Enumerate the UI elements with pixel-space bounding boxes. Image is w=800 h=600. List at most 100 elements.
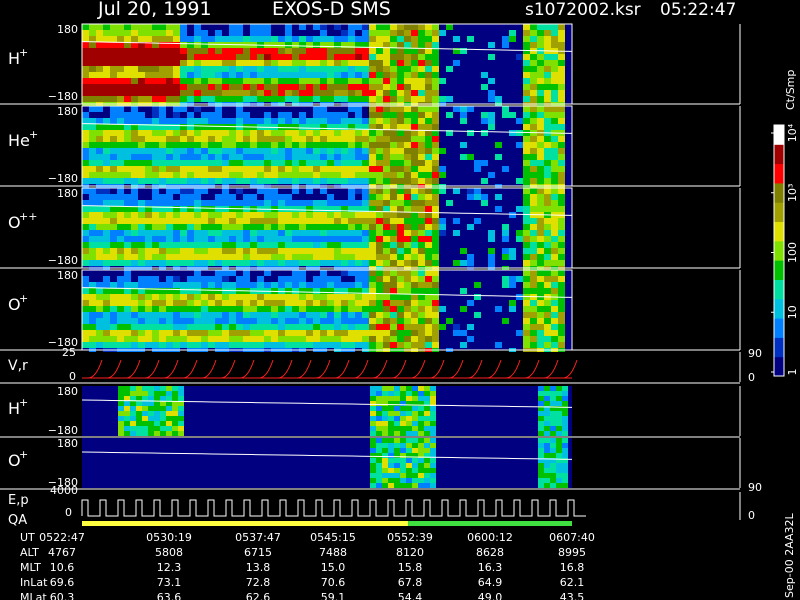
spectrogram-cell <box>400 431 406 436</box>
spectrogram-cell <box>425 60 432 66</box>
spectrogram-cell <box>96 260 103 266</box>
spectrogram-cell <box>362 136 369 142</box>
spectrogram-cell <box>544 78 551 84</box>
ephemeris-value: 15.0 <box>321 561 346 574</box>
spectrogram-cell <box>530 248 537 254</box>
spectrogram-cell <box>124 230 131 236</box>
spectrogram-cell <box>103 342 110 348</box>
spectrogram-cell <box>397 194 404 200</box>
spectrogram-cell <box>152 218 159 224</box>
spectrogram-cell <box>180 124 187 130</box>
spectrogram-cell <box>215 96 222 102</box>
spectrogram-cell <box>355 300 362 306</box>
spectrogram-cell <box>538 391 544 396</box>
spectrogram-cell <box>523 318 530 324</box>
spectrogram-cell <box>145 224 152 230</box>
spectrogram-cell <box>404 90 411 96</box>
spectrogram-cell <box>558 154 565 160</box>
spectrogram-cell <box>390 124 397 130</box>
spectrogram-cell <box>376 443 382 448</box>
spectrogram-cell <box>82 78 89 84</box>
spectrogram-cell <box>383 288 390 294</box>
spectrogram-cell <box>131 212 138 218</box>
spectrogram-cell <box>412 416 418 421</box>
spectrogram-cell <box>152 142 159 148</box>
ephemeris-value: 10.6 <box>50 561 75 574</box>
spectrogram-cell <box>194 178 201 184</box>
spectrogram-cell <box>236 178 243 184</box>
spectrogram-cell <box>320 282 327 288</box>
spectrogram-cell <box>236 200 243 206</box>
spectrogram-cell <box>425 248 432 254</box>
spectrogram-cell <box>320 276 327 282</box>
spectrogram-cell <box>390 312 397 318</box>
spectrogram-cell <box>425 306 432 312</box>
ephemeris-value: 67.8 <box>398 576 423 589</box>
spectrogram-cell <box>369 106 376 112</box>
spectrogram-cell <box>222 118 229 124</box>
spectrogram-cell <box>103 142 110 148</box>
spectrogram-cell <box>82 36 89 42</box>
spectrogram-cell <box>425 78 432 84</box>
spectrogram-cell <box>82 324 89 330</box>
spectrogram-cell <box>551 282 558 288</box>
spectrogram-cell <box>432 118 439 124</box>
spectrogram-cell <box>341 230 348 236</box>
spectrogram-cell <box>348 260 355 266</box>
spectrogram-cell <box>138 60 145 66</box>
spectrogram-cell <box>383 166 390 172</box>
spectrogram-cell <box>495 142 502 148</box>
spectrogram-cell <box>537 224 544 230</box>
spectrogram-cell <box>306 96 313 102</box>
spectrogram-cell <box>362 148 369 154</box>
spectrogram-cell <box>341 160 348 166</box>
spectrogram-cell <box>138 24 145 30</box>
spectrogram-cell <box>425 42 432 48</box>
spectrogram-cell <box>406 391 412 396</box>
spectrogram-cell <box>369 318 376 324</box>
spectrogram-cell <box>131 54 138 60</box>
spectrogram-cell <box>110 342 117 348</box>
spectrogram-cell <box>544 453 550 458</box>
spectrogram-cell <box>376 330 383 336</box>
spectrogram-cell <box>320 206 327 212</box>
spectrogram-cell <box>406 421 412 426</box>
spectrogram-cell <box>138 166 145 172</box>
spectrogram-cell <box>390 242 397 248</box>
spectrogram-cell <box>544 124 551 130</box>
spectrogram-cell <box>313 230 320 236</box>
spectrogram-cell <box>194 324 201 330</box>
spectrogram-cell <box>488 78 495 84</box>
spectrogram-cell <box>411 282 418 288</box>
spectrogram-cell <box>348 172 355 178</box>
spectrogram-cell <box>369 48 376 54</box>
spectrogram-cell <box>551 96 558 102</box>
spectrogram-cell <box>117 78 124 84</box>
spectrogram-cell <box>278 148 285 154</box>
spectrogram-cell <box>89 36 96 42</box>
spectrogram-cell <box>537 194 544 200</box>
ephemeris-value: 6715 <box>244 546 272 559</box>
spectrogram-cell <box>313 336 320 342</box>
spectrogram-cell <box>257 178 264 184</box>
spectrogram-cell <box>278 166 285 172</box>
spectrogram-cell <box>103 154 110 160</box>
spectrogram-cell <box>173 336 180 342</box>
spectrogram-cell <box>159 200 166 206</box>
spectrogram-cell <box>82 66 89 72</box>
spectrogram-cell <box>138 300 145 306</box>
spectrogram-cell <box>390 78 397 84</box>
vr-right-top-tick: 90 <box>748 347 762 360</box>
spectrogram-cell <box>376 473 382 478</box>
spectrogram-cell <box>145 160 152 166</box>
spectrogram-cell <box>355 106 362 112</box>
spectrogram-cell <box>394 473 400 478</box>
spectrogram-cell <box>250 136 257 142</box>
spectrogram-cell <box>369 142 376 148</box>
spectrogram-cell <box>362 224 369 230</box>
spectrogram-cell <box>334 200 341 206</box>
spectrogram-cell <box>383 30 390 36</box>
spectrogram-cell <box>383 336 390 342</box>
spectrogram-cell <box>355 318 362 324</box>
spectrogram-cell <box>370 473 376 478</box>
